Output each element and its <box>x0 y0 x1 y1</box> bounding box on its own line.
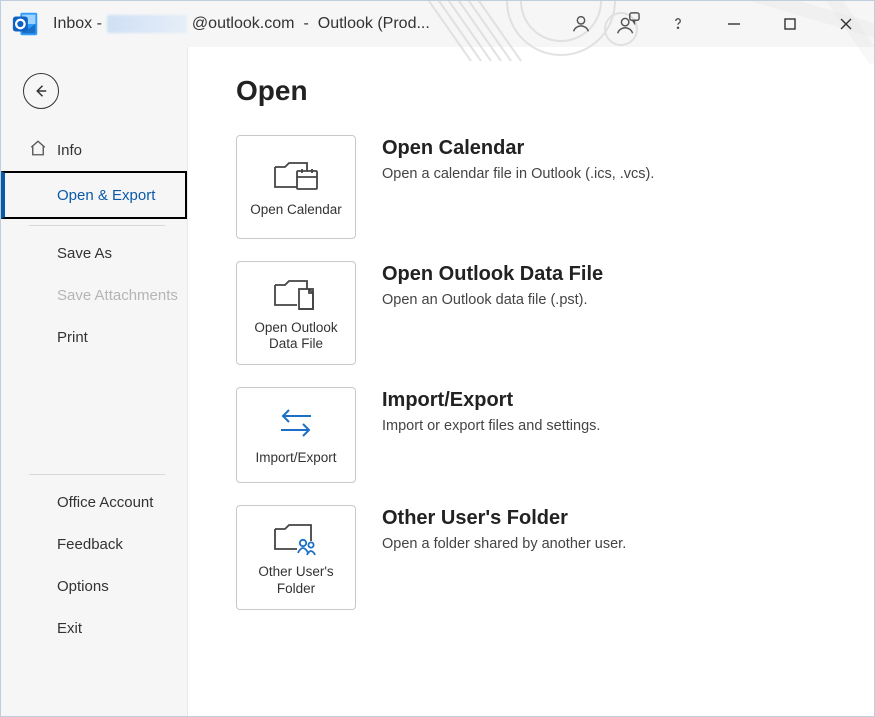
title-prefix: Inbox - <box>53 15 102 33</box>
nav-open-export[interactable]: Open & Export <box>1 171 187 219</box>
nav-open-export-label: Open & Export <box>57 187 155 204</box>
titlebar-controls <box>558 1 874 47</box>
outlook-backstage-window: Inbox - @outlook.com - Outlook (Prod... <box>0 0 875 717</box>
title-blurred-email-user <box>107 15 187 33</box>
minimize-button[interactable] <box>706 1 762 47</box>
action-import-export: Import/Export Import/Export Import or ex… <box>236 387 854 483</box>
title-separator: - <box>303 15 308 33</box>
backstage-sidebar: Info Open & Export Save As Save Attachme… <box>1 47 187 716</box>
nav-feedback-label: Feedback <box>57 536 123 553</box>
desc-open-data-file-title: Open Outlook Data File <box>382 263 603 286</box>
nav-exit[interactable]: Exit <box>1 607 187 649</box>
title-domain: @outlook.com <box>192 15 295 33</box>
tile-other-user-folder-label: Other User's Folder <box>243 564 349 596</box>
action-other-user-folder: Other User's Folder Other User's Folder … <box>236 505 854 609</box>
page-title: Open <box>236 75 854 107</box>
desc-import-export-title: Import/Export <box>382 389 600 412</box>
nav-print-label: Print <box>57 329 88 346</box>
account-notify-icon[interactable] <box>604 1 650 47</box>
nav-save-as[interactable]: Save As <box>1 232 187 274</box>
main-panel: Open Open Calendar Open Calendar Op <box>187 47 874 716</box>
nav-options[interactable]: Options <box>1 565 187 607</box>
nav-print[interactable]: Print <box>1 316 187 358</box>
nav-save-attachments: Save Attachments <box>1 274 187 316</box>
back-button[interactable] <box>23 73 59 109</box>
home-icon <box>29 139 47 161</box>
tile-open-data-file[interactable]: Open Outlook Data File <box>236 261 356 365</box>
desc-open-data-file: Open Outlook Data File Open an Outlook d… <box>382 261 603 308</box>
folder-user-icon <box>273 516 319 560</box>
folder-calendar-icon <box>273 154 319 198</box>
nav-save-as-label: Save As <box>57 245 112 262</box>
tile-open-data-file-label: Open Outlook Data File <box>243 320 349 352</box>
nav-office-account[interactable]: Office Account <box>1 481 187 523</box>
nav-exit-label: Exit <box>57 620 82 637</box>
titlebar: Inbox - @outlook.com - Outlook (Prod... <box>1 1 874 47</box>
nav-options-label: Options <box>57 578 109 595</box>
nav-separator-2 <box>29 474 165 475</box>
nav-spacer <box>1 358 187 468</box>
nav-info-label: Info <box>57 142 82 159</box>
tile-other-user-folder[interactable]: Other User's Folder <box>236 505 356 609</box>
desc-open-calendar-title: Open Calendar <box>382 137 654 160</box>
desc-other-user-folder-title: Other User's Folder <box>382 507 626 530</box>
arrows-swap-icon <box>273 402 319 446</box>
close-button[interactable] <box>818 1 874 47</box>
title-app: Outlook (Prod... <box>318 15 430 33</box>
nav-office-account-label: Office Account <box>57 494 153 511</box>
help-button[interactable] <box>650 1 706 47</box>
desc-open-calendar-text: Open a calendar file in Outlook (.ics, .… <box>382 166 654 182</box>
action-open-calendar: Open Calendar Open Calendar Open a calen… <box>236 135 854 239</box>
desc-import-export: Import/Export Import or export files and… <box>382 387 600 434</box>
desc-open-calendar: Open Calendar Open a calendar file in Ou… <box>382 135 654 182</box>
folder-file-icon <box>273 272 319 316</box>
desc-import-export-text: Import or export files and settings. <box>382 418 600 434</box>
nav-info[interactable]: Info <box>1 129 187 171</box>
nav-save-attachments-label: Save Attachments <box>57 287 178 304</box>
tile-import-export[interactable]: Import/Export <box>236 387 356 483</box>
tile-import-export-label: Import/Export <box>255 450 336 466</box>
desc-open-data-file-text: Open an Outlook data file (.pst). <box>382 292 603 308</box>
action-open-data-file: Open Outlook Data File Open Outlook Data… <box>236 261 854 365</box>
desc-other-user-folder-text: Open a folder shared by another user. <box>382 536 626 552</box>
account-icon[interactable] <box>558 1 604 47</box>
backstage-body: Info Open & Export Save As Save Attachme… <box>1 47 874 716</box>
nav-separator <box>29 225 165 226</box>
window-title: Inbox - @outlook.com - Outlook (Prod... <box>53 15 430 33</box>
desc-other-user-folder: Other User's Folder Open a folder shared… <box>382 505 626 552</box>
maximize-button[interactable] <box>762 1 818 47</box>
tile-open-calendar[interactable]: Open Calendar <box>236 135 356 239</box>
tile-open-calendar-label: Open Calendar <box>250 202 342 218</box>
outlook-app-icon <box>9 7 43 41</box>
nav-feedback[interactable]: Feedback <box>1 523 187 565</box>
